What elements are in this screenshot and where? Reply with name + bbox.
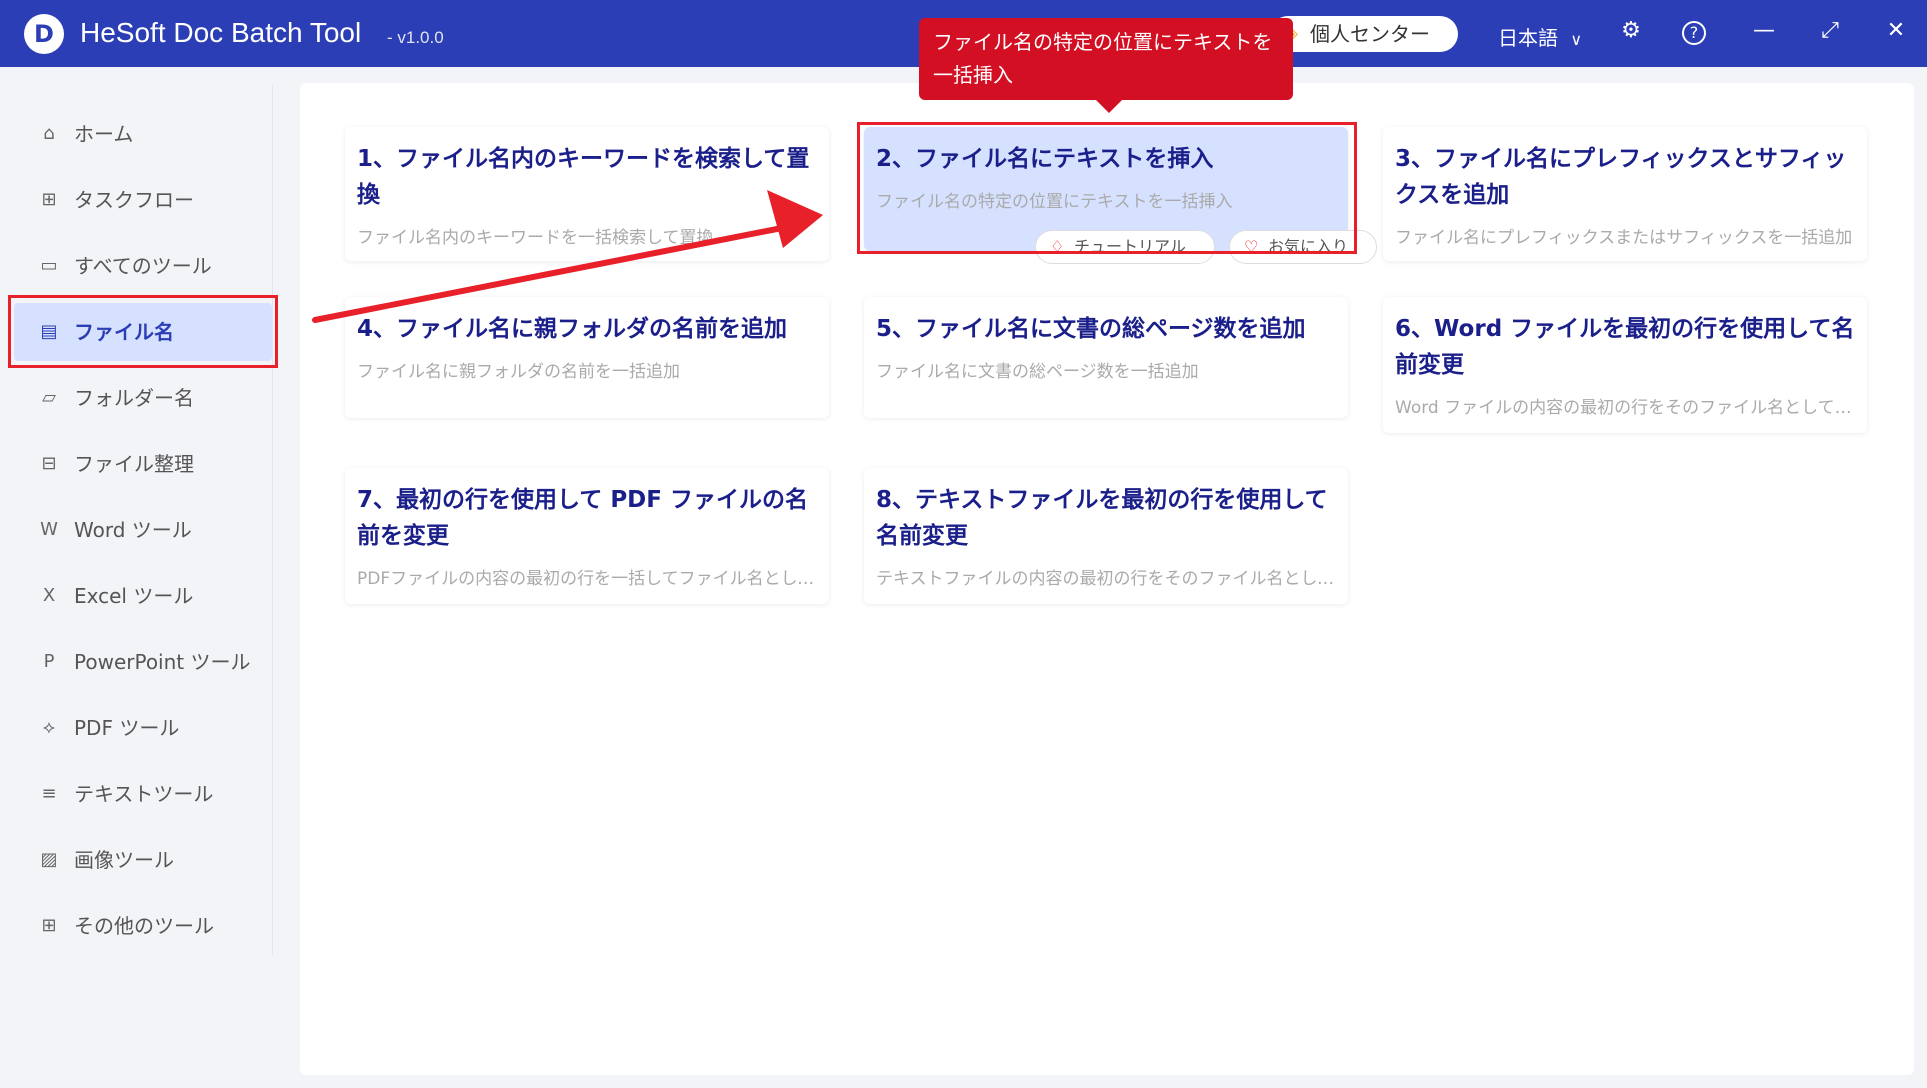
text-file-icon: ≡ bbox=[41, 783, 57, 804]
card-description: Word ファイルの内容の最初の行をそのファイル名として一括変更 bbox=[1395, 398, 1855, 418]
tool-card-3[interactable]: 3、ファイル名にプレフィックスとサフィックスを追加 ファイル名にプレフィックスま… bbox=[1383, 127, 1867, 261]
folder-icon: ▱ bbox=[42, 387, 56, 408]
sidebar-highlight-box bbox=[8, 295, 278, 368]
organize-icon: ⊟ bbox=[41, 453, 57, 474]
card-title: 6、Word ファイルを最初の行を使用して名前変更 bbox=[1395, 316, 1855, 378]
home-icon: ⌂ bbox=[43, 123, 55, 144]
card-description: ファイル名に文書の総ページ数を一括追加 bbox=[876, 362, 1199, 382]
pdf-icon: ⟡ bbox=[43, 717, 55, 738]
grid-icon: ⊞ bbox=[41, 915, 57, 936]
card-title: 3、ファイル名にプレフィックスとサフィックスを追加 bbox=[1395, 146, 1847, 208]
minimize-icon[interactable]: — bbox=[1749, 18, 1779, 43]
sidebar-item-all-tools[interactable]: ▭ すべてのツール bbox=[14, 237, 272, 295]
sidebar-item-pdf-tools[interactable]: ⟡ PDF ツール bbox=[14, 699, 272, 757]
close-icon[interactable]: ✕ bbox=[1881, 18, 1911, 43]
sidebar-item-label: その他のツール bbox=[74, 914, 214, 938]
sidebar-item-excel-tools[interactable]: X Excel ツール bbox=[14, 567, 272, 625]
sidebar-item-file-organize[interactable]: ⊟ ファイル整理 bbox=[14, 435, 272, 493]
sidebar-item-powerpoint-tools[interactable]: P PowerPoint ツール bbox=[14, 633, 272, 691]
sidebar-item-text-tools[interactable]: ≡ テキストツール bbox=[14, 765, 272, 823]
sidebar-item-other-tools[interactable]: ⊞ その他のツール bbox=[14, 897, 272, 955]
help-icon[interactable]: ? bbox=[1682, 21, 1706, 45]
sidebar-item-label: ホーム bbox=[74, 122, 134, 146]
sidebar-item-label: すべてのツール bbox=[74, 254, 212, 278]
chevron-down-icon: ∨ bbox=[1570, 30, 1583, 49]
image-icon: ▨ bbox=[40, 849, 58, 870]
sidebar-item-label: タスクフロー bbox=[74, 188, 194, 212]
card-title: 4、ファイル名に親フォルダの名前を追加 bbox=[357, 316, 788, 342]
sidebar-item-label: Word ツール bbox=[74, 518, 192, 542]
sidebar-item-word-tools[interactable]: W Word ツール bbox=[14, 501, 272, 559]
sidebar-item-image-tools[interactable]: ▨ 画像ツール bbox=[14, 831, 272, 889]
tooltip: ファイル名の特定の位置にテキストを一括挿入 bbox=[919, 18, 1293, 100]
taskflow-icon: ⊞ bbox=[41, 189, 57, 210]
app-logo: D bbox=[24, 14, 64, 54]
sidebar-item-label: PDF ツール bbox=[74, 716, 180, 740]
app-version: - v1.0.0 bbox=[387, 28, 444, 47]
card-title: 1、ファイル名内のキーワードを検索して置換 bbox=[357, 146, 810, 208]
tool-card-7[interactable]: 7、最初の行を使用して PDF ファイルの名前を変更 PDFファイルの内容の最初… bbox=[345, 468, 829, 604]
excel-icon: X bbox=[42, 585, 56, 606]
card-title: 7、最初の行を使用して PDF ファイルの名前を変更 bbox=[357, 487, 808, 549]
tool-card-4[interactable]: 4、ファイル名に親フォルダの名前を追加 ファイル名に親フォルダの名前を一括追加 bbox=[345, 297, 829, 418]
user-center-button[interactable]: ◈ 個人センター bbox=[1270, 16, 1458, 52]
card-highlight-box bbox=[857, 122, 1357, 254]
card-description: PDFファイルの内容の最初の行を一括してファイル名として変更 bbox=[357, 569, 817, 589]
powerpoint-icon: P bbox=[43, 651, 55, 672]
sidebar-item-home[interactable]: ⌂ ホーム bbox=[14, 105, 272, 163]
card-description: ファイル名にプレフィックスまたはサフィックスを一括追加 bbox=[1395, 228, 1853, 248]
language-select[interactable]: 日本語 ∨ bbox=[1498, 22, 1582, 51]
maximize-icon[interactable]: ⤢ bbox=[1815, 18, 1845, 43]
sidebar-item-label: ファイル整理 bbox=[74, 452, 194, 476]
app-title: HeSoft Doc Batch Tool bbox=[80, 17, 362, 48]
gear-icon[interactable]: ⚙ bbox=[1616, 18, 1646, 43]
tooltip-pointer bbox=[1095, 99, 1123, 113]
card-description: テキストファイルの内容の最初の行をそのファイル名として一括変更 bbox=[876, 569, 1336, 589]
user-center-label: 個人センター bbox=[1310, 22, 1430, 46]
sidebar-item-label: 画像ツール bbox=[74, 848, 174, 872]
card-description: ファイル名に親フォルダの名前を一括追加 bbox=[357, 362, 680, 382]
monitor-icon: ▭ bbox=[40, 255, 58, 276]
sidebar-item-taskflow[interactable]: ⊞ タスクフロー bbox=[14, 171, 272, 229]
sidebar-item-label: フォルダー名 bbox=[74, 386, 194, 410]
word-icon: W bbox=[40, 519, 58, 540]
tool-card-6[interactable]: 6、Word ファイルを最初の行を使用して名前変更 Word ファイルの内容の最… bbox=[1383, 297, 1867, 433]
language-label: 日本語 bbox=[1498, 26, 1558, 50]
sidebar-item-label: PowerPoint ツール bbox=[74, 650, 251, 674]
tool-card-8[interactable]: 8、テキストファイルを最初の行を使用して名前変更 テキストファイルの内容の最初の… bbox=[864, 468, 1348, 604]
sidebar-item-label: テキストツール bbox=[74, 782, 214, 806]
sidebar-item-foldername[interactable]: ▱ フォルダー名 bbox=[14, 369, 272, 427]
sidebar-divider bbox=[272, 85, 273, 955]
card-title: 5、ファイル名に文書の総ページ数を追加 bbox=[876, 316, 1306, 342]
tool-card-1[interactable]: 1、ファイル名内のキーワードを検索して置換 ファイル名内のキーワードを一括検索し… bbox=[345, 127, 829, 261]
card-title: 8、テキストファイルを最初の行を使用して名前変更 bbox=[876, 487, 1328, 549]
card-description: ファイル名内のキーワードを一括検索して置換 bbox=[357, 228, 714, 248]
sidebar-item-label: Excel ツール bbox=[74, 584, 194, 608]
tool-card-5[interactable]: 5、ファイル名に文書の総ページ数を追加 ファイル名に文書の総ページ数を一括追加 bbox=[864, 297, 1348, 418]
